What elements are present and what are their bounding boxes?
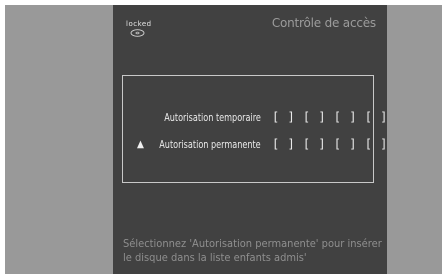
- menu-item-label: Autorisation permanente: [159, 137, 261, 151]
- access-control-dialog: Autorisation temporaire [ ] [ ] [ ] [ ] …: [122, 75, 387, 183]
- page-title: Contrôle de accès: [271, 16, 376, 30]
- osd-screen: locked Contrôle de accès Autorisation te…: [113, 5, 387, 274]
- hint-line-1: Sélectionnez 'Autorisation permanente' p…: [123, 237, 382, 250]
- locked-status-label: locked: [126, 20, 152, 28]
- hint-line-2: le disque dans la liste enfants admis': [123, 251, 307, 264]
- menu-item-permanent-authorization[interactable]: ▲ Autorisation permanente [ ] [ ] [ ] [ …: [123, 135, 387, 153]
- code-entry-boxes[interactable]: [ ] [ ] [ ] [ ]: [272, 137, 388, 151]
- code-entry-boxes[interactable]: [ ] [ ] [ ] [ ]: [272, 110, 388, 124]
- disc-icon: [130, 29, 145, 37]
- page: locked Contrôle de accès Autorisation te…: [0, 0, 447, 279]
- menu-item-temporary-authorization[interactable]: Autorisation temporaire [ ] [ ] [ ] [ ]: [123, 108, 387, 126]
- selection-pointer-icon: ▲: [137, 138, 144, 150]
- help-hint-text: Sélectionnez 'Autorisation permanente' p…: [123, 237, 382, 265]
- menu-item-label: Autorisation temporaire: [164, 110, 261, 124]
